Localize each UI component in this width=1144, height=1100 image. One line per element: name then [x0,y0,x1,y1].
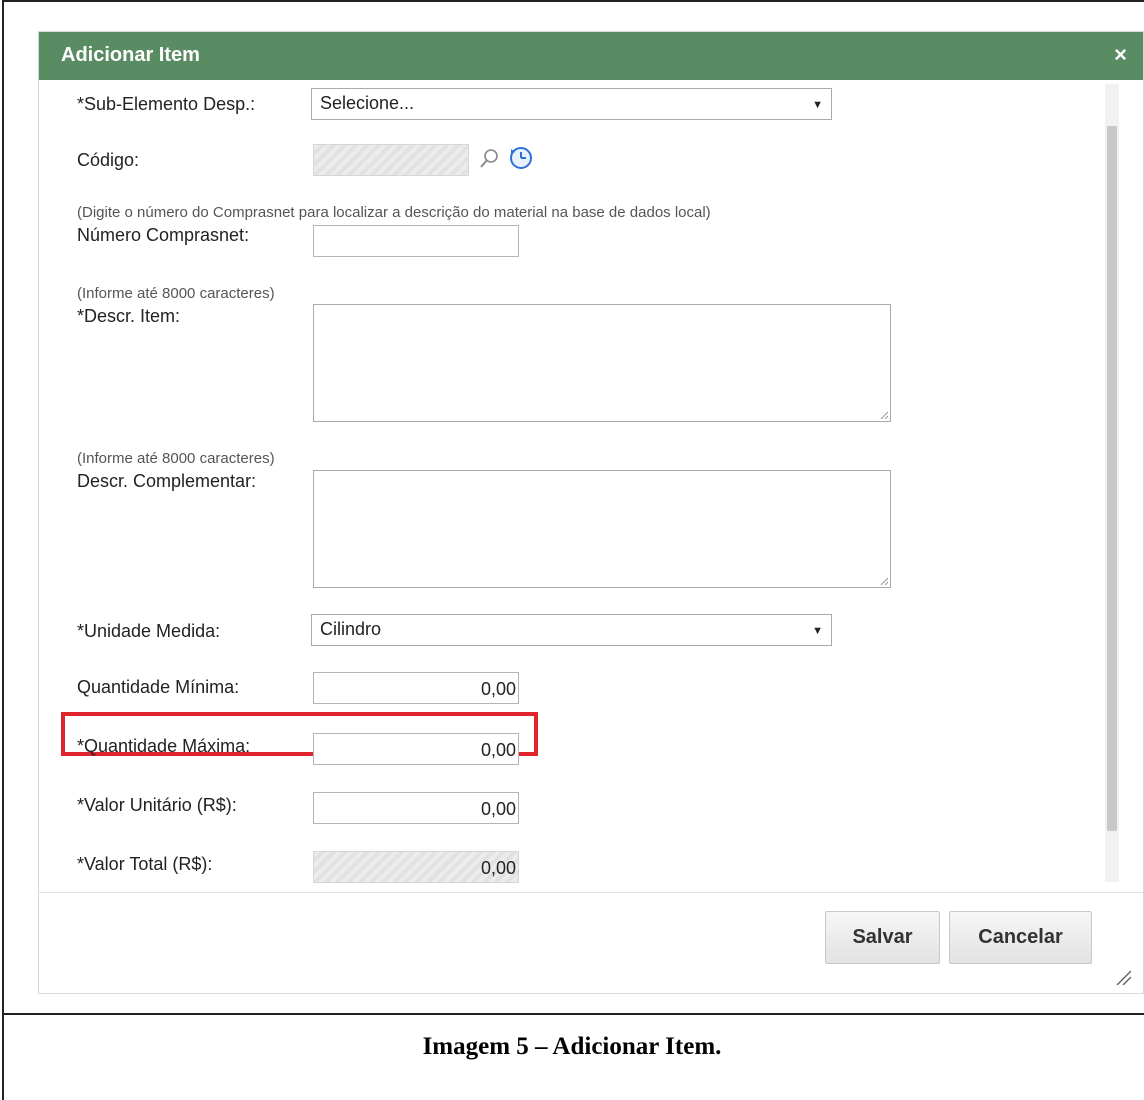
sub-elemento-value: Selecione... [320,93,415,113]
chevron-down-icon: ▼ [812,625,823,637]
figure-caption: Imagem 5 – Adicionar Item. [422,1033,722,1060]
footer-divider [39,892,1143,893]
valor-unitario-field[interactable]: 0,00 [313,792,519,824]
valor-total-label: *Valor Total (R$): [77,854,213,874]
save-button[interactable]: Salvar [825,911,940,964]
codigo-field [313,144,469,176]
scrollbar-thumb[interactable] [1107,126,1117,831]
dialog-title: Adicionar Item [61,44,200,66]
descr-item-textarea[interactable] [313,304,891,422]
content-scrollbar[interactable] [1105,84,1119,882]
quantidade-minima-field[interactable]: 0,00 [313,672,519,704]
clock-icon[interactable] [509,146,533,175]
valor-total-field: 0,00 [313,851,519,883]
descr-item-hint: (Informe até 8000 caracteres) [77,285,275,302]
comprasnet-hint: (Digite o número do Comprasnet para loca… [77,204,711,221]
resize-grip-icon[interactable] [880,411,888,419]
numero-comprasnet-field[interactable] [313,225,519,257]
caption-divider [2,1013,1144,1015]
chevron-down-icon: ▼ [812,99,823,111]
cancel-button[interactable]: Cancelar [949,911,1092,964]
descr-item-label: *Descr. Item: [77,306,181,326]
add-item-dialog: Adicionar Item × *Sub-Elemento Desp.: Se… [38,31,1144,994]
dialog-content: *Sub-Elemento Desp.: Selecione... ▼ Códi… [39,80,1103,925]
quantidade-maxima-field[interactable]: 0,00 [313,733,519,765]
descr-complementar-textarea[interactable] [313,470,891,588]
search-icon[interactable] [479,147,501,176]
unidade-medida-select[interactable]: Cilindro ▼ [311,614,832,646]
close-icon[interactable]: × [1114,42,1127,68]
resize-grip-icon[interactable] [880,577,888,585]
descr-complementar-hint: (Informe até 8000 caracteres) [77,450,275,467]
unidade-medida-label: *Unidade Medida: [77,621,221,641]
codigo-label: Código: [77,150,140,170]
descr-complementar-label: Descr. Complementar: [77,471,257,491]
dialog-titlebar[interactable]: Adicionar Item × [39,32,1143,80]
dialog-resize-icon[interactable] [1115,969,1131,985]
numero-comprasnet-label: Número Comprasnet: [77,225,250,245]
sub-elemento-select[interactable]: Selecione... ▼ [311,88,832,120]
unidade-medida-value: Cilindro [320,619,382,639]
sub-elemento-label: *Sub-Elemento Desp.: [77,94,256,114]
quantidade-maxima-label: *Quantidade Máxima: [77,736,251,756]
quantidade-minima-label: Quantidade Mínima: [77,677,240,697]
valor-unitario-label: *Valor Unitário (R$): [77,795,237,815]
